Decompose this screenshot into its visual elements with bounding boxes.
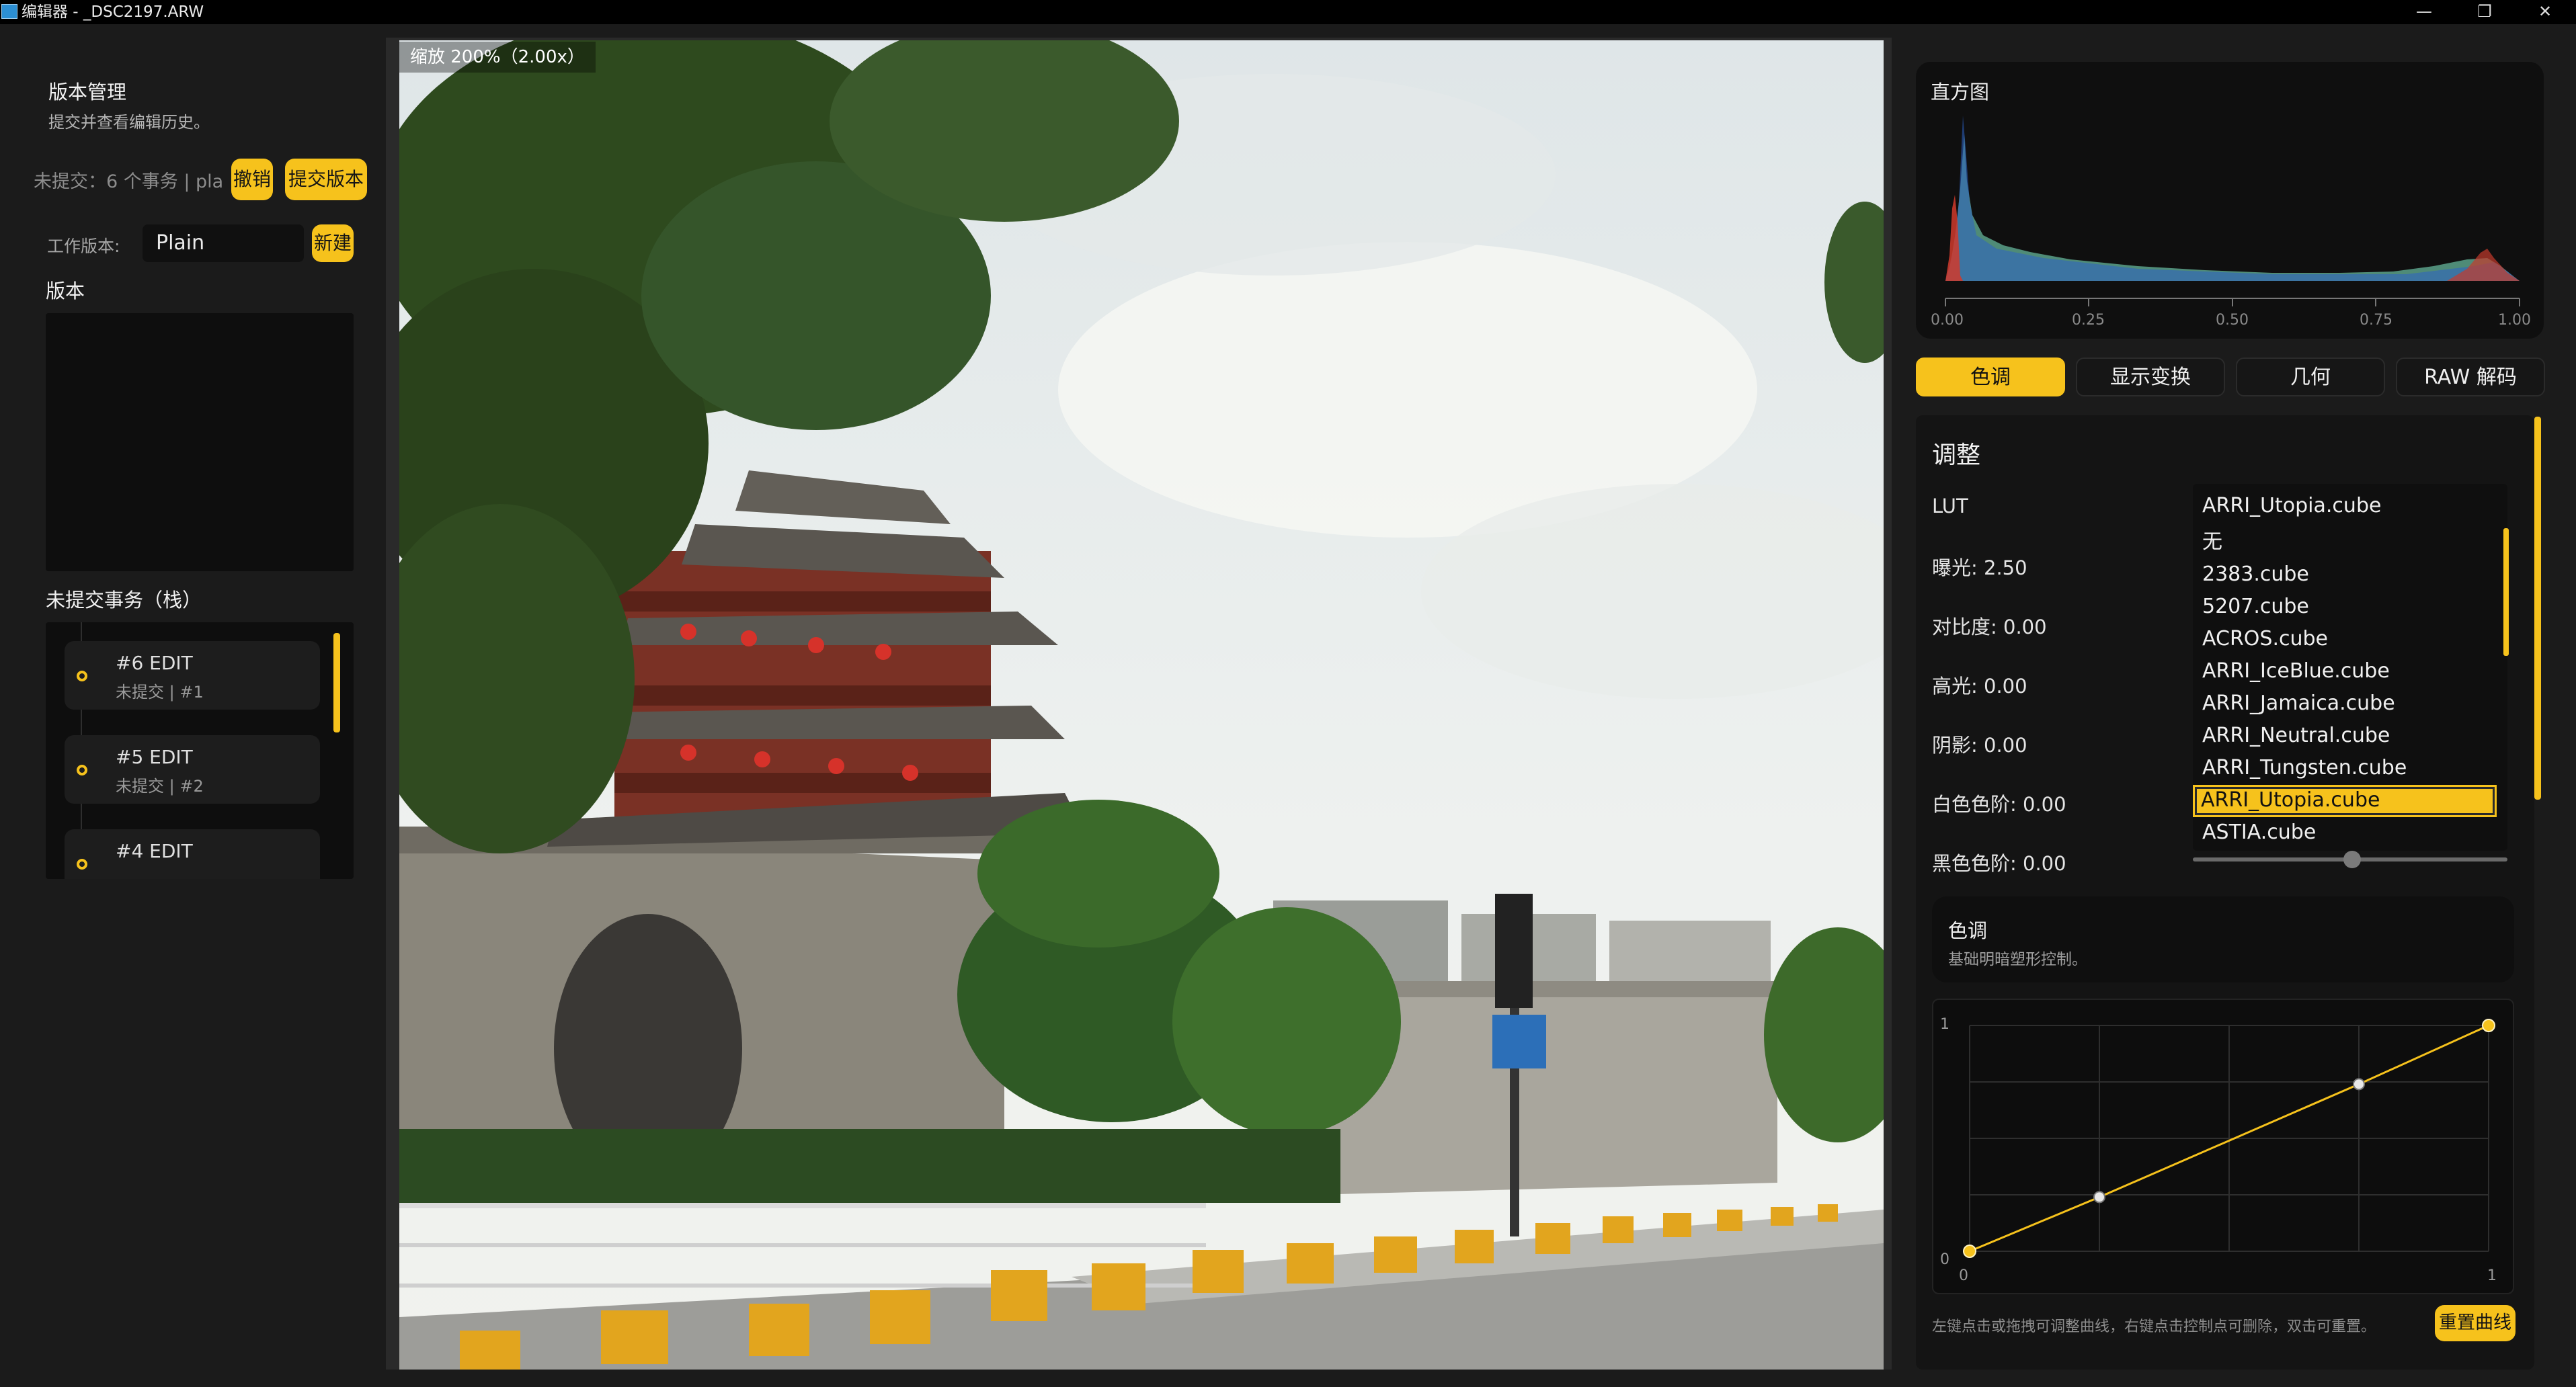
working-version-field[interactable]: Plain	[143, 224, 304, 262]
tab-tone[interactable]: 色调	[1916, 358, 2065, 396]
exposure-label: 曝光: 2.50	[1932, 556, 2027, 579]
transaction-meta: 未提交 | #2	[116, 777, 204, 796]
tone-title: 色调	[1948, 919, 1988, 942]
adjust-scrollbar[interactable]	[2534, 417, 2541, 800]
transactions-scrollbar[interactable]	[333, 633, 340, 732]
curve-grid	[1969, 1025, 2489, 1252]
version-panel-title: 版本管理	[48, 81, 127, 103]
histogram-tick: 0.50	[2216, 312, 2249, 329]
versions-heading: 版本	[46, 280, 85, 302]
curve-control-point[interactable]	[2482, 1019, 2495, 1032]
curve-y-max-label: 1	[1940, 1016, 1949, 1033]
lut-option[interactable]: ARRI_IceBlue.cube	[2202, 656, 2497, 688]
histogram-tick: 0.75	[2360, 312, 2392, 329]
uncommitted-status: 未提交：6 个事务 | pla	[34, 171, 222, 192]
histogram-tick: 0.00	[1931, 312, 1964, 329]
lut-option[interactable]: 2383.cube	[2202, 559, 2497, 591]
commit-version-button[interactable]: 提交版本	[285, 159, 367, 200]
adjust-title: 调整	[1932, 442, 1981, 469]
curve-control-point[interactable]	[2093, 1191, 2105, 1204]
lut-option[interactable]: ARRI_Tungsten.cube	[2202, 753, 2497, 785]
version-panel-subtitle: 提交并查看编辑历史。	[48, 113, 210, 132]
lut-label: LUT	[1932, 495, 1968, 517]
histogram-chart	[1945, 116, 2520, 306]
zoom-indicator: 缩放 200%（2.00x）	[399, 42, 596, 73]
tab-display-transform[interactable]: 显示变换	[2076, 358, 2225, 396]
working-version-label: 工作版本:	[47, 237, 120, 256]
timeline-dot	[77, 859, 87, 870]
app-icon	[1, 4, 17, 19]
list-item[interactable]: #5 EDIT 未提交 | #2	[65, 735, 320, 804]
lut-option[interactable]: ARRI_Jamaica.cube	[2202, 688, 2497, 720]
contrast-label: 对比度: 0.00	[1932, 616, 2047, 638]
timeline-dot	[77, 765, 87, 775]
lut-option[interactable]: ARRI_Neutral.cube	[2202, 720, 2497, 753]
tone-subtitle: 基础明暗塑形控制。	[1948, 951, 2087, 968]
histogram-title: 直方图	[1931, 81, 1990, 103]
minimize-button[interactable]: —	[2404, 0, 2444, 24]
maximize-button[interactable]: ❐	[2464, 0, 2505, 24]
lut-selected-value[interactable]: ARRI_Utopia.cube	[2202, 491, 2497, 523]
transaction-meta: 未提交 | #1	[116, 683, 204, 702]
lut-option[interactable]: 5207.cube	[2202, 591, 2497, 624]
lut-list-scrollbar[interactable]	[2503, 528, 2509, 656]
curve-hint: 左键点击或拖拽可调整曲线，右键点击控制点可删除，双击可重置。	[1932, 1318, 2376, 1335]
versions-list[interactable]	[46, 313, 354, 571]
tab-raw-decode[interactable]: RAW 解码	[2396, 358, 2545, 396]
curve-control-point[interactable]	[2353, 1078, 2365, 1091]
histogram-tick: 0.25	[2072, 312, 2105, 329]
photo-image	[399, 40, 1884, 1370]
window-title: 编辑器 - _DSC2197.ARW	[22, 3, 204, 21]
transactions-list[interactable]: #6 EDIT 未提交 | #1 #5 EDIT 未提交 | #2 #4 EDI…	[46, 622, 354, 879]
curve-control-point[interactable]	[1963, 1245, 1976, 1258]
reset-curve-button[interactable]: 重置曲线	[2435, 1305, 2515, 1341]
list-item[interactable]: #6 EDIT 未提交 | #1	[65, 641, 320, 710]
lut-option[interactable]: 无	[2202, 527, 2497, 559]
list-item[interactable]: #4 EDIT	[65, 829, 320, 879]
title-bar: 编辑器 - _DSC2197.ARW — ❐ ✕	[0, 0, 2576, 24]
timeline-dot	[77, 671, 87, 681]
lut-option-highlighted[interactable]: ARRI_Utopia.cube	[2193, 785, 2497, 817]
highlights-label: 高光: 0.00	[1932, 675, 2027, 698]
transaction-title: #5 EDIT	[116, 746, 193, 768]
new-version-button[interactable]: 新建	[312, 224, 354, 262]
histogram-tick: 1.00	[2498, 312, 2531, 329]
tone-card	[1932, 896, 2514, 982]
lut-option[interactable]: ASTIA.cube	[2202, 817, 2497, 849]
photo-preview[interactable]	[399, 40, 1884, 1370]
tone-curve[interactable]	[1960, 1016, 2498, 1261]
whites-label: 白色色阶: 0.00	[1932, 793, 2066, 816]
transaction-title: #6 EDIT	[116, 652, 193, 674]
curve-x-max-label: 1	[2487, 1267, 2497, 1284]
tab-geometry[interactable]: 几何	[2236, 358, 2385, 396]
blacks-slider-handle[interactable]	[2343, 851, 2361, 868]
shadows-label: 阴影: 0.00	[1932, 734, 2027, 757]
undo-button[interactable]: 撤销	[231, 159, 273, 200]
transaction-title: #4 EDIT	[116, 840, 193, 862]
curve-x-min-label: 0	[1959, 1267, 1968, 1284]
close-button[interactable]: ✕	[2525, 0, 2565, 24]
blacks-label: 黑色色阶: 0.00	[1932, 852, 2066, 875]
transactions-heading: 未提交事务（栈）	[46, 589, 202, 612]
curve-y-min-label: 0	[1940, 1251, 1949, 1268]
lut-option[interactable]: ACROS.cube	[2202, 624, 2497, 656]
